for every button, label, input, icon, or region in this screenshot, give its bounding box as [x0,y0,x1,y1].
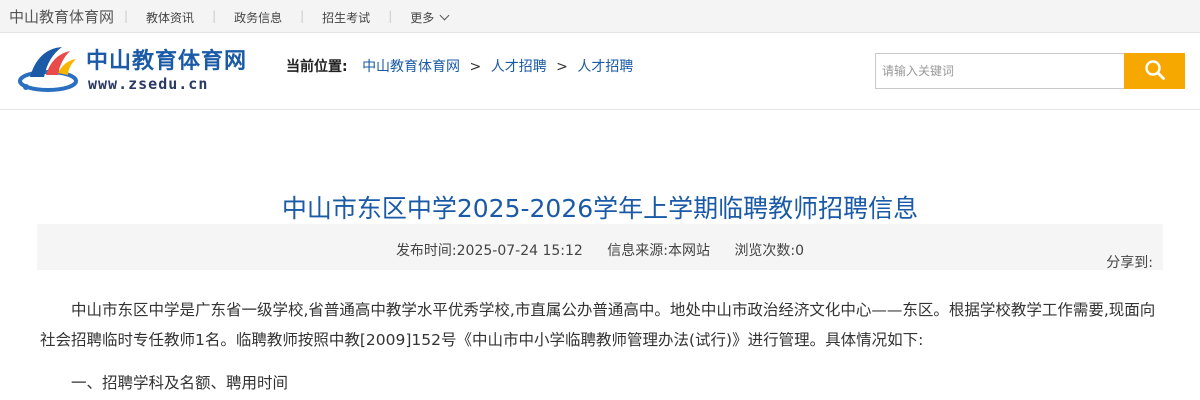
more-label: 更多 [410,11,435,25]
article-meta: 发布时间:2025-07-24 15:12 信息来源:本网站 浏览次数:0 分享… [37,224,1163,272]
top-bar: 中山教育体育网 | 教体资讯 | 政务信息 | 招生考试 | 更多 [0,0,1200,33]
breadcrumb-separator: > [556,59,568,75]
top-nav: | 教体资讯 | 政务信息 | 招生考试 | 更多 [124,9,466,26]
article-body: 中山市东区中学是广东省一级学校,省普通高中教学水平优秀学校,市直属公办普通高中。… [40,295,1160,398]
search-input[interactable] [876,54,1122,88]
breadcrumb-label: 当前位置: [286,59,348,75]
nav-item-government[interactable]: 政务信息 [216,9,300,26]
nav-item-admissions[interactable]: 招生考试 [304,9,388,26]
breadcrumb-recruitment[interactable]: 人才招聘 [491,59,547,75]
nav-item-more[interactable]: 更多 [392,9,466,26]
search-icon [1144,59,1165,80]
search-button[interactable] [1124,53,1185,89]
search-box [875,53,1185,89]
publish-time: 发布时间:2025-07-24 15:12 [395,243,583,259]
breadcrumb-home[interactable]: 中山教育体育网 [362,59,460,75]
logo-text-en: www.zsedu.cn [88,75,209,93]
section-heading: 一、招聘学科及名额、聘用时间 [71,374,289,392]
paragraph-intro: 中山市东区中学是广东省一级学校,省普通高中教学水平优秀学校,市直属公办普通高中。… [40,301,1156,349]
info-source: 信息来源:本网站 [607,243,710,259]
view-count: 浏览次数:0 [734,243,805,259]
logo-text-cn: 中山教育体育网 [86,49,248,74]
share-label[interactable]: 分享到: [1106,252,1153,272]
breadcrumb: 当前位置: 中山教育体育网 > 人才招聘 > 人才招聘 [286,56,633,76]
chevron-down-icon [439,10,450,21]
nav-item-news[interactable]: 教体资讯 [128,9,212,26]
breadcrumb-separator: > [469,59,482,75]
logo-icon [18,47,78,92]
breadcrumb-recruitment-current[interactable]: 人才招聘 [577,59,633,75]
header: 中山教育体育网 www.zsedu.cn 当前位置: 中山教育体育网 > 人才招… [0,33,1200,110]
site-logo[interactable]: 中山教育体育网 www.zsedu.cn [18,41,268,101]
article-title: 中山市东区中学2025-2026学年上学期临聘教师招聘信息 [281,193,919,223]
top-site-link[interactable]: 中山教育体育网 [9,6,114,27]
